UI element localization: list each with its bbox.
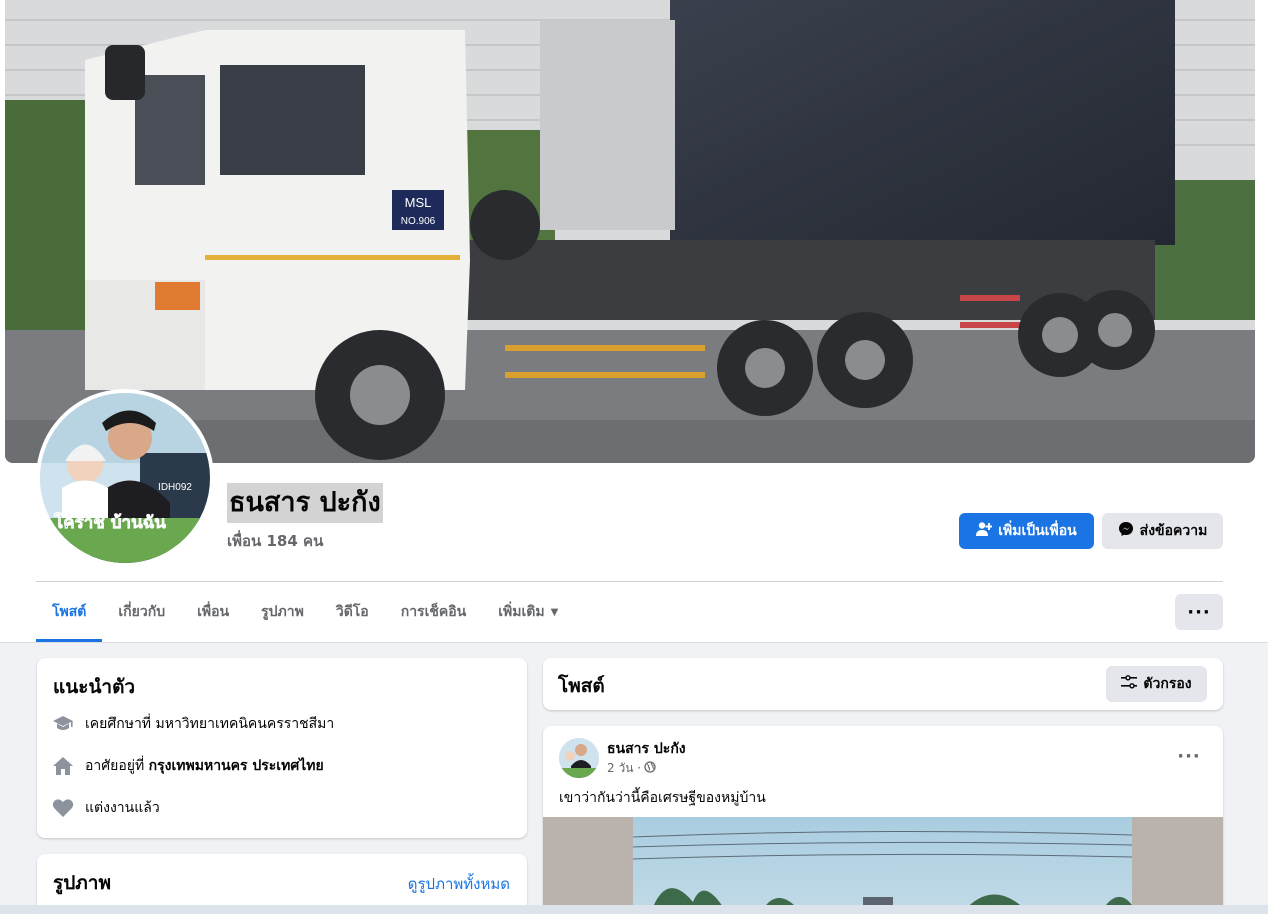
post-author-avatar[interactable] bbox=[559, 738, 599, 778]
profile-avatar[interactable]: IDH092 โคราช บ้านฉัน bbox=[36, 389, 214, 567]
avatar-plate-text: IDH092 bbox=[158, 482, 192, 493]
tab-about[interactable]: เกี่ยวกับ bbox=[102, 582, 181, 642]
post-options-button[interactable]: ··· bbox=[1171, 744, 1207, 768]
avatar-caption-text: โคราช บ้านฉัน bbox=[53, 512, 166, 533]
post-meta: 2 วัน · bbox=[607, 759, 656, 778]
post-time[interactable]: 2 วัน · bbox=[607, 759, 641, 778]
tab-photos[interactable]: รูปภาพ bbox=[245, 582, 320, 642]
cover-photo[interactable]: MSL NO.906 bbox=[5, 0, 1255, 463]
post-image[interactable] bbox=[543, 817, 1223, 914]
ellipsis-icon: ··· bbox=[1187, 601, 1211, 623]
lives-place-link[interactable]: กรุงเทพมหานคร ประเทศไทย bbox=[149, 758, 324, 774]
tab-friends[interactable]: เพื่อน bbox=[181, 582, 245, 642]
more-options-button[interactable]: ··· bbox=[1175, 594, 1223, 630]
post-text: เขาว่ากันว่านี้คือเศรษฐีของหมู่บ้าน bbox=[559, 790, 766, 806]
truck-number-text: NO.906 bbox=[401, 216, 436, 227]
education-text: เคยศึกษาที่ มหาวิทยาเทคนิคนครราชสีมา bbox=[85, 716, 335, 732]
profile-name: ธนสาร ปะกัง bbox=[227, 483, 383, 523]
photos-title: รูปภาพ bbox=[53, 872, 111, 894]
filter-button[interactable]: ตัวกรอง bbox=[1106, 666, 1207, 702]
filter-label: ตัวกรอง bbox=[1143, 676, 1192, 692]
see-all-photos-link[interactable]: ดูรูปภาพทั้งหมด bbox=[408, 872, 510, 896]
post-card: ธนสาร ปะกัง 2 วัน · ··· เขาว่ากันว่านี้ค… bbox=[543, 726, 1223, 914]
graduation-cap-icon bbox=[51, 712, 75, 736]
friend-count[interactable]: เพื่อน 184 คน bbox=[227, 529, 323, 553]
lives-prefix: อาศัยอยู่ที่ bbox=[85, 758, 149, 774]
message-label: ส่งข้อความ bbox=[1139, 523, 1208, 539]
globe-icon bbox=[644, 761, 656, 776]
ellipsis-icon: ··· bbox=[1177, 745, 1201, 767]
intro-title: แนะนำตัว bbox=[53, 676, 136, 698]
add-friend-icon bbox=[976, 521, 993, 541]
home-icon bbox=[51, 754, 75, 778]
intro-relationship: แต่งงานแล้ว bbox=[51, 796, 160, 820]
post-author-name[interactable]: ธนสาร ปะกัง bbox=[607, 738, 686, 760]
posts-header-card: โพสต์ ตัวกรอง bbox=[543, 658, 1223, 710]
heart-icon bbox=[51, 796, 75, 820]
messenger-icon bbox=[1118, 521, 1134, 541]
bottom-scroll-area bbox=[0, 905, 1268, 914]
tab-more[interactable]: เพิ่มเติม ▼ bbox=[482, 582, 574, 642]
tab-checkins[interactable]: การเช็คอิน bbox=[385, 582, 483, 642]
tab-posts[interactable]: โพสต์ bbox=[36, 582, 103, 642]
caret-down-icon: ▼ bbox=[550, 606, 559, 618]
profile-tabs: โพสต์ เกี่ยวกับ เพื่อน รูปภาพ วิดีโอ การ… bbox=[36, 582, 574, 642]
message-button[interactable]: ส่งข้อความ bbox=[1102, 513, 1223, 549]
filter-icon bbox=[1121, 675, 1138, 693]
intro-education: เคยศึกษาที่ มหาวิทยาเทคนิคนครราชสีมา bbox=[51, 712, 334, 736]
truck-id-text: MSL bbox=[405, 195, 432, 210]
add-friend-label: เพิ่มเป็นเพื่อน bbox=[998, 523, 1077, 539]
intro-lives: อาศัยอยู่ที่ กรุงเทพมหานคร ประเทศไทย bbox=[51, 754, 324, 778]
profile-header: MSL NO.906 IDH092 โคราช บ้านฉัน ธนสาร ปะ… bbox=[0, 0, 1268, 643]
add-friend-button[interactable]: เพิ่มเป็นเพื่อน bbox=[959, 513, 1094, 549]
relationship-text: แต่งงานแล้ว bbox=[85, 800, 160, 816]
posts-title: โพสต์ bbox=[558, 675, 605, 697]
tab-videos[interactable]: วิดีโอ bbox=[320, 582, 385, 642]
intro-card: แนะนำตัว เคยศึกษาที่ มหาวิทยาเทคนิคนครรา… bbox=[37, 658, 527, 838]
